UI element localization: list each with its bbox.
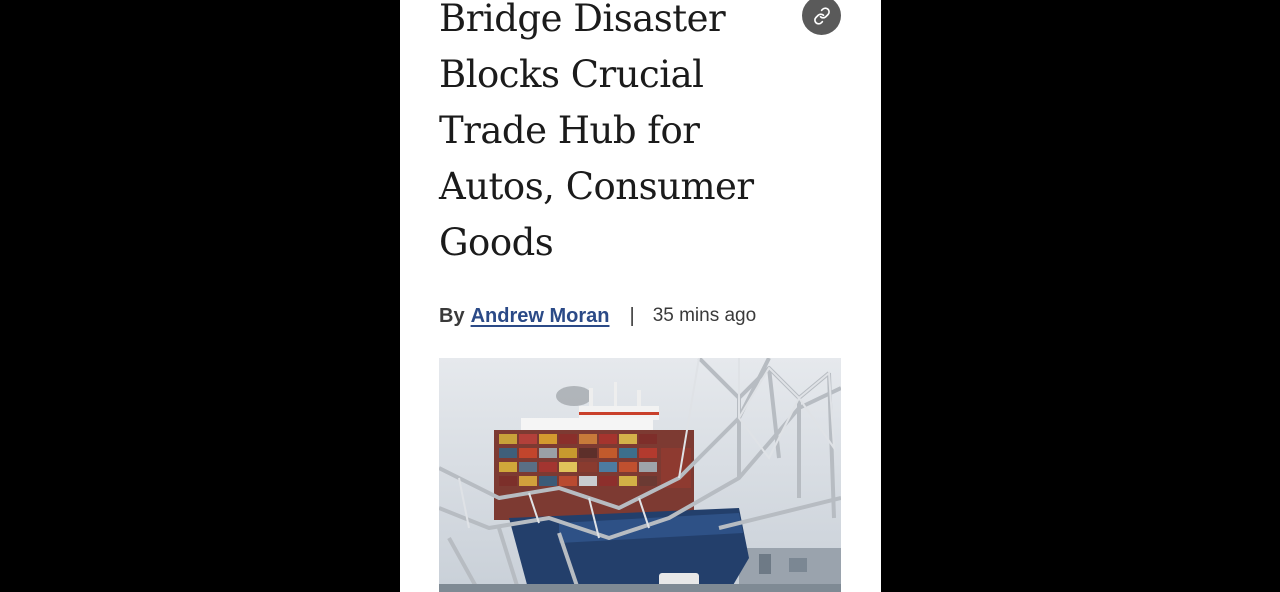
article-byline: By Andrew Moran | 35 mins ago bbox=[439, 302, 756, 330]
publish-time: 35 mins ago bbox=[652, 305, 757, 326]
article-hero-image[interactable] bbox=[439, 358, 841, 592]
byline-prefix: By bbox=[439, 304, 465, 327]
headline-line: Trade Hub for bbox=[439, 109, 700, 152]
article-page: Bridge Disaster Blocks Crucial Trade Hub… bbox=[400, 0, 881, 592]
screen: Bridge Disaster Blocks Crucial Trade Hub… bbox=[0, 0, 1280, 592]
link-icon bbox=[813, 6, 830, 25]
byline-separator: | bbox=[629, 304, 635, 327]
copy-link-button[interactable] bbox=[802, 0, 841, 35]
ship-bridge-photo bbox=[439, 358, 841, 592]
author-link[interactable]: Andrew Moran bbox=[471, 305, 610, 328]
headline-line: Goods bbox=[439, 221, 554, 264]
headline-line: Bridge Disaster bbox=[439, 0, 726, 40]
headline-line: Blocks Crucial bbox=[439, 53, 704, 96]
article-headline: Bridge Disaster Blocks Crucial Trade Hub… bbox=[439, 0, 809, 271]
headline-line: Autos, Consumer bbox=[439, 165, 754, 208]
